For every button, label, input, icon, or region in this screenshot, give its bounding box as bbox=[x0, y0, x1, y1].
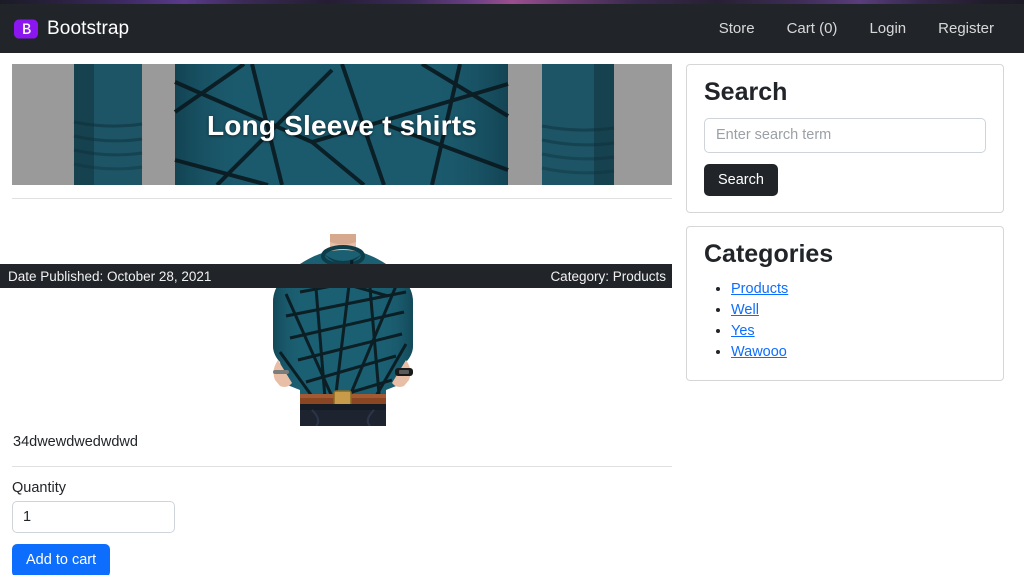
quantity-input[interactable] bbox=[12, 501, 175, 533]
page-container: Long Sleeve t shirts 34dwewdwedwdwd Quan… bbox=[0, 53, 1024, 575]
list-item: Yes bbox=[731, 322, 986, 340]
list-item: Wawooo bbox=[731, 343, 986, 361]
categories-card: Categories Products Well Yes Wawooo bbox=[686, 226, 1004, 381]
search-card: Search Search bbox=[686, 64, 1004, 214]
date-published: Date Published: October 28, 2021 bbox=[8, 268, 212, 284]
category-link-yes[interactable]: Yes bbox=[731, 323, 755, 339]
bootstrap-b-logo-icon bbox=[14, 17, 38, 41]
quantity-label: Quantity bbox=[12, 480, 66, 496]
category-link-well[interactable]: Well bbox=[731, 302, 759, 318]
divider-above-quantity bbox=[12, 466, 672, 467]
post-meta-bar: Date Published: October 28, 2021 Categor… bbox=[0, 264, 672, 288]
search-input[interactable] bbox=[704, 117, 986, 153]
product-image-wrapper bbox=[12, 234, 672, 426]
nav-link-cart[interactable]: Cart (0) bbox=[771, 14, 854, 43]
categories-list: Products Well Yes Wawooo bbox=[704, 280, 986, 361]
navbar-brand-label: Bootstrap bbox=[47, 17, 130, 39]
search-card-title: Search bbox=[704, 78, 788, 106]
nav-link-login[interactable]: Login bbox=[853, 14, 922, 43]
product-image bbox=[256, 234, 428, 426]
sidebar: Search Search Categories Products Well Y… bbox=[686, 53, 1004, 381]
nav-link-register[interactable]: Register bbox=[922, 14, 1010, 43]
category-link-wawooo[interactable]: Wawooo bbox=[731, 344, 787, 360]
search-button[interactable]: Search bbox=[704, 163, 778, 197]
product-description: 34dwewdwedwdwd bbox=[13, 434, 138, 450]
list-item: Well bbox=[731, 301, 986, 319]
navbar-links: Store Cart (0) Login Register bbox=[703, 14, 1010, 43]
category-link-products[interactable]: Products bbox=[731, 281, 788, 297]
nav-link-store[interactable]: Store bbox=[703, 14, 771, 43]
list-item: Products bbox=[731, 280, 986, 298]
categories-card-title: Categories bbox=[704, 240, 834, 269]
product-banner: Long Sleeve t shirts bbox=[12, 64, 672, 185]
add-to-cart-button[interactable]: Add to cart bbox=[12, 544, 111, 575]
banner-title: Long Sleeve t shirts bbox=[206, 110, 478, 141]
navbar: Bootstrap Store Cart (0) Login Register bbox=[0, 4, 1024, 53]
post-category: Category: Products bbox=[550, 268, 666, 284]
navbar-brand[interactable]: Bootstrap bbox=[14, 17, 129, 41]
product-details: 34dwewdwedwdwd Quantity Add to cart bbox=[12, 199, 672, 575]
main-column: Long Sleeve t shirts 34dwewdwedwdwd Quan… bbox=[12, 53, 672, 575]
